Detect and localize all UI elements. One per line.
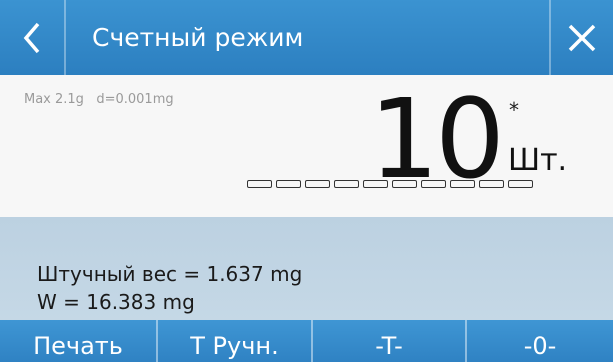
function-bar: Печать Т Ручн. -T- -0- — [0, 320, 613, 362]
title-bar: Счетный режим — [0, 0, 613, 75]
close-button[interactable] — [549, 0, 613, 75]
chevron-left-icon — [23, 22, 40, 53]
bargraph-segment — [508, 180, 533, 188]
bargraph-segment — [450, 180, 475, 188]
scale-spec: Max 2.1g d=0.001mg — [24, 92, 174, 107]
net-weight-text: W = 16.383 mg — [37, 290, 195, 314]
tare-button[interactable]: -T- — [313, 320, 467, 362]
zero-button[interactable]: -0- — [467, 320, 613, 362]
bargraph-segment — [479, 180, 504, 188]
max-capacity: Max 2.1g — [24, 92, 84, 107]
bargraph-segment — [421, 180, 446, 188]
resolution: d=0.001mg — [96, 92, 174, 107]
count-value: 10 — [369, 75, 505, 203]
stability-star: * — [509, 98, 519, 122]
back-button[interactable] — [0, 0, 66, 75]
bargraph-segment — [247, 180, 272, 188]
bargraph-segment — [276, 180, 301, 188]
print-button[interactable]: Печать — [0, 320, 158, 362]
unit-label: Шт. — [508, 143, 568, 178]
piece-weight-text: Штучный вес = 1.637 mg — [37, 262, 303, 286]
manual-tare-button[interactable]: Т Ручн. — [158, 320, 313, 362]
capacity-bargraph — [247, 180, 533, 188]
close-icon — [568, 24, 596, 51]
bargraph-segment — [305, 180, 330, 188]
page-title: Счетный режим — [92, 23, 304, 52]
bargraph-segment — [392, 180, 417, 188]
bargraph-segment — [334, 180, 359, 188]
bargraph-segment — [363, 180, 388, 188]
